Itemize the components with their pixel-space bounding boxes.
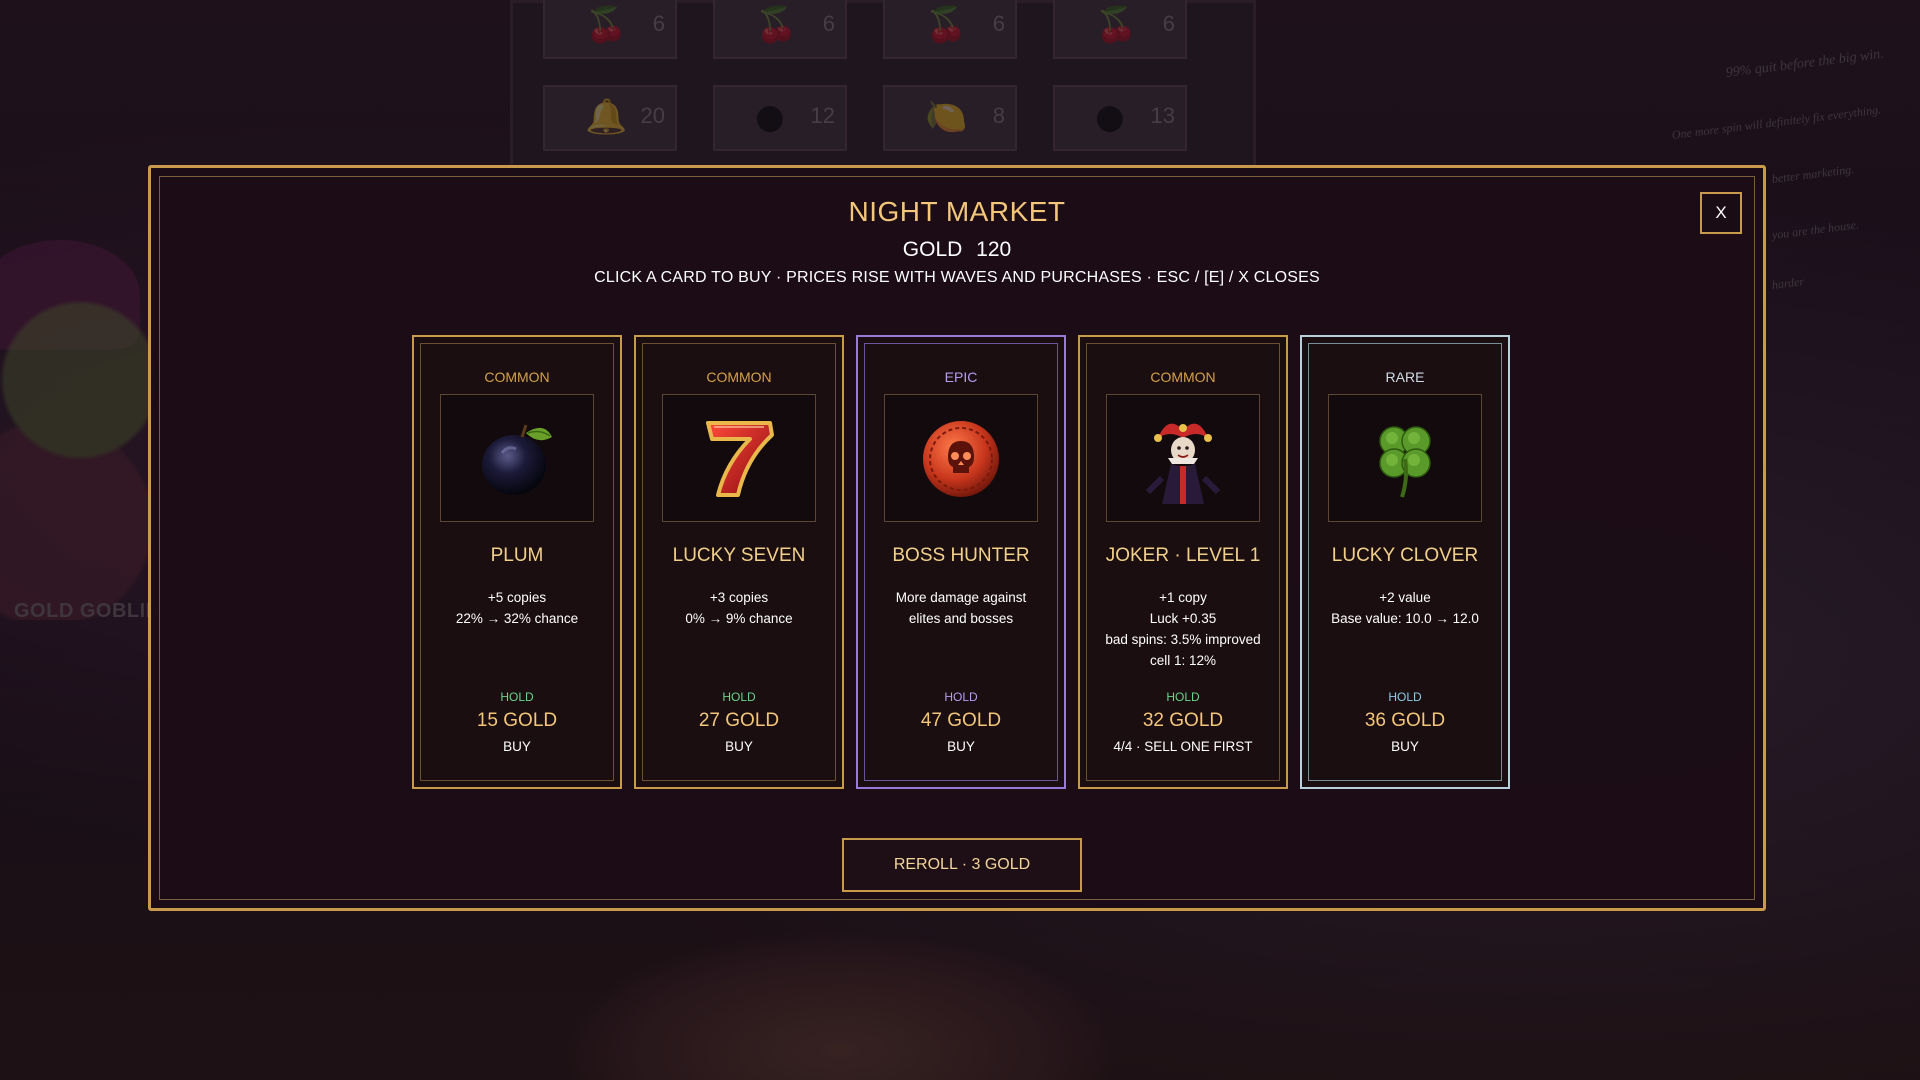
card-hold-tag: HOLD	[1166, 690, 1200, 704]
close-button[interactable]: X	[1700, 192, 1742, 234]
card-rarity: COMMON	[706, 369, 772, 385]
card-slot-status: 4/4 · SELL ONE FIRST	[1113, 739, 1253, 754]
gold-value: 120	[976, 238, 1012, 261]
card-icon-frame	[1328, 394, 1482, 522]
card-icon-frame	[662, 394, 816, 522]
card-buy-action[interactable]: BUY	[858, 739, 1064, 754]
shop-cards: COMMON PLUM +5 copies 22% → 32% chance H…	[412, 335, 1510, 789]
card-hold-tag: HOLD	[1388, 690, 1422, 704]
reroll-button[interactable]: REROLL · 3 GOLD	[842, 838, 1082, 892]
card-desc-line: +3 copies	[709, 590, 769, 605]
night-market-dialog: NIGHT MARKET GOLD 120 CLICK A CARD TO BU…	[148, 165, 1766, 911]
card-icon-frame	[1106, 394, 1260, 522]
card-rarity: EPIC	[944, 369, 978, 385]
card-hold-tag: HOLD	[944, 690, 978, 704]
card-hold-tag: HOLD	[722, 690, 756, 704]
card-desc-line: Luck +0.35	[1149, 611, 1217, 626]
card-desc-line: Base value: 10.0 → 12.0	[1331, 611, 1479, 626]
card-description: +5 copies 22% → 32% chance	[424, 587, 610, 629]
card-price: 27 GOLD	[698, 710, 780, 731]
card-description: +2 value Base value: 10.0 → 12.0	[1312, 587, 1498, 629]
card-desc-line: +5 copies	[487, 590, 547, 605]
card-desc-line: bad spins: 3.5% improved	[1105, 632, 1261, 647]
card-desc-line: 0% → 9% chance	[685, 611, 793, 626]
card-rarity: RARE	[1385, 369, 1425, 385]
shop-card-boss-hunter[interactable]: EPIC BOSS HUNTER More damage against eli…	[856, 335, 1066, 789]
card-desc-line: elites and bosses	[908, 611, 1014, 626]
card-name: LUCKY CLOVER	[1331, 545, 1479, 566]
shop-card-plum[interactable]: COMMON PLUM +5 copies 22% → 32% chance H…	[412, 335, 622, 789]
card-name: JOKER · LEVEL 1	[1105, 545, 1261, 566]
card-price: 47 GOLD	[920, 710, 1002, 731]
instructions: CLICK A CARD TO BUY · PRICES RISE WITH W…	[594, 269, 1320, 286]
dialog-title: NIGHT MARKET	[848, 196, 1066, 227]
shop-card-lucky-clover[interactable]: RARE LUCKY CLOVER +2 value Base value: 1…	[1300, 335, 1510, 789]
card-desc-line: +2 value	[1379, 590, 1431, 605]
clover-icon	[1379, 426, 1431, 498]
card-desc-line: 22% → 32% chance	[455, 611, 579, 626]
plum-icon	[482, 424, 552, 495]
card-icon-frame	[440, 394, 594, 522]
card-price: 15 GOLD	[476, 710, 558, 731]
skull-coin-icon	[923, 421, 999, 497]
card-desc-line: +1 copy	[1159, 590, 1207, 605]
card-buy-action[interactable]: BUY	[636, 739, 842, 754]
card-price: 32 GOLD	[1142, 710, 1224, 731]
shop-card-joker[interactable]: COMMON JOKER · LEVEL 1 +1 copy Luck +0.3…	[1078, 335, 1288, 789]
card-price: 36 GOLD	[1364, 710, 1446, 731]
card-rarity: COMMON	[1150, 369, 1216, 385]
gold-balance: GOLD 120	[151, 238, 1763, 262]
joker-icon	[1145, 423, 1221, 504]
gold-label: GOLD	[902, 238, 963, 261]
card-name: PLUM	[490, 545, 544, 566]
card-description: +1 copy Luck +0.35 bad spins: 3.5% impro…	[1090, 587, 1276, 671]
card-desc-line: More damage against	[895, 590, 1027, 605]
card-hold-tag: HOLD	[500, 690, 534, 704]
card-buy-action[interactable]: BUY	[414, 739, 620, 754]
card-name: BOSS HUNTER	[892, 545, 1030, 566]
shop-card-lucky-seven[interactable]: COMMON LUCKY SEVEN +3 copies 0% → 9% cha…	[634, 335, 844, 789]
card-description: +3 copies 0% → 9% chance	[646, 587, 832, 629]
card-desc-line: cell 1: 12%	[1149, 653, 1217, 668]
card-buy-action[interactable]: BUY	[1302, 739, 1508, 754]
lucky-seven-icon	[706, 421, 774, 497]
card-name: LUCKY SEVEN	[672, 545, 806, 566]
card-description: More damage against elites and bosses	[868, 587, 1054, 629]
card-icon-frame	[884, 394, 1038, 522]
card-rarity: COMMON	[484, 369, 550, 385]
